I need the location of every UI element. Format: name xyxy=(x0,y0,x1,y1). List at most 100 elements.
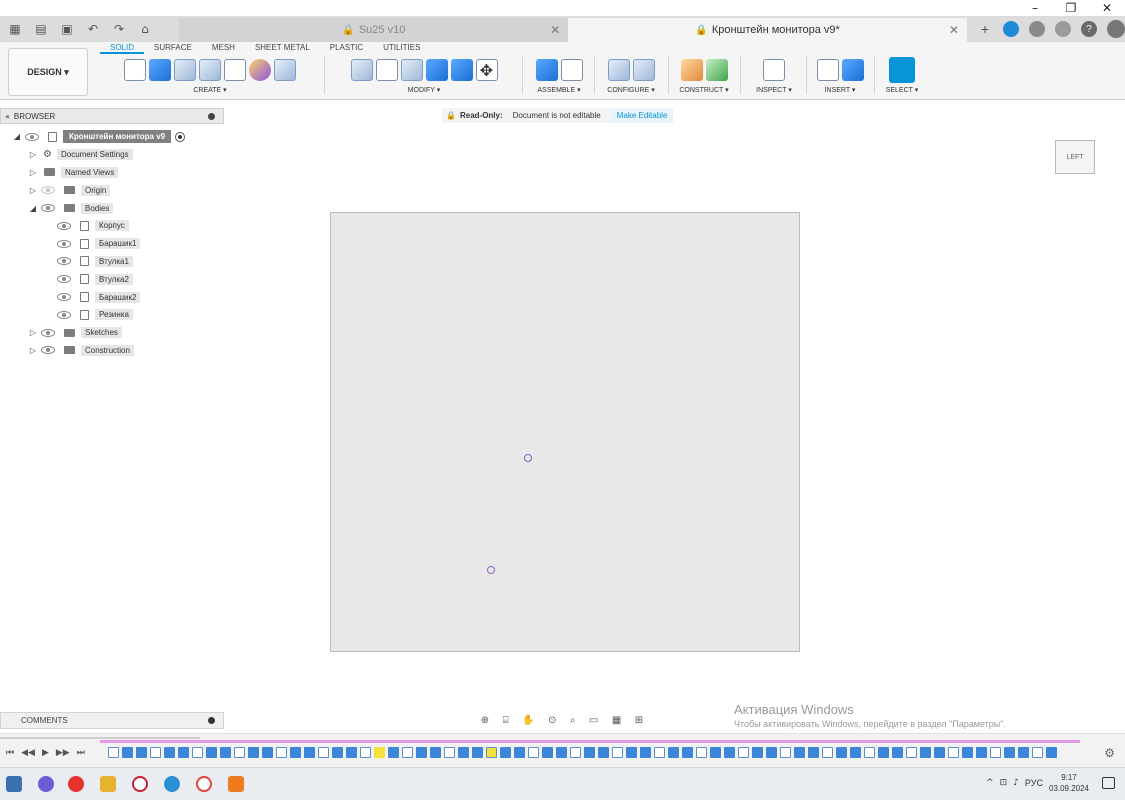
visibility-eye-icon[interactable] xyxy=(41,346,55,355)
timeline-feature[interactable] xyxy=(290,747,301,758)
visibility-eye-icon[interactable] xyxy=(41,204,55,213)
workspace-button[interactable]: DESIGN ▾ xyxy=(8,48,88,96)
tab-plastic[interactable]: PLASTIC xyxy=(320,42,373,54)
model-placeholder[interactable] xyxy=(330,212,800,652)
derive-icon[interactable] xyxy=(274,59,296,81)
user-avatar[interactable] xyxy=(1106,20,1125,38)
assemble-menu[interactable]: ASSEMBLE ▾ xyxy=(537,86,580,94)
pattern-icon[interactable] xyxy=(224,59,246,81)
timeline-feature[interactable] xyxy=(934,747,945,758)
notifications-icon[interactable] xyxy=(1102,777,1115,789)
measure-icon[interactable] xyxy=(763,59,785,81)
timeline-feature[interactable] xyxy=(920,747,931,758)
view-cube[interactable]: LEFT xyxy=(1045,128,1103,178)
timeline-feature[interactable] xyxy=(346,747,357,758)
hole-icon[interactable] xyxy=(199,59,221,81)
language-indicator[interactable]: РУС xyxy=(1025,778,1043,788)
tree-body-rezinka[interactable]: Резинка xyxy=(0,306,230,324)
make-editable-button[interactable]: Make Editable xyxy=(610,109,674,122)
tab-kronshtein[interactable]: 🔒 Кронштейн монитора v9* ✕ xyxy=(568,18,967,42)
tree-item-document-settings[interactable]: ▷ ⚙ Document Settings xyxy=(0,146,230,164)
insert-image-icon[interactable] xyxy=(841,59,864,81)
offset-plane-icon[interactable] xyxy=(680,59,703,81)
job-status-icon[interactable] xyxy=(1028,21,1045,37)
timeline-feature[interactable] xyxy=(136,747,147,758)
timeline-feature[interactable] xyxy=(780,747,791,758)
tree-item-bodies[interactable]: ◢ Bodies xyxy=(0,199,230,217)
visibility-eye-icon[interactable] xyxy=(57,293,71,302)
timeline-feature[interactable] xyxy=(724,747,735,758)
inspect-menu[interactable]: INSPECT ▾ xyxy=(756,86,792,94)
hidden-eye-icon[interactable] xyxy=(41,186,55,195)
display-settings-icon[interactable]: ▭ xyxy=(589,715,598,726)
timeline-feature[interactable] xyxy=(668,747,679,758)
tab-mesh[interactable]: MESH xyxy=(202,42,245,54)
timeline-feature[interactable] xyxy=(318,747,329,758)
timeline-feature[interactable] xyxy=(472,747,483,758)
timeline-feature[interactable] xyxy=(864,747,875,758)
tree-body-vtulka2[interactable]: Втулка2 xyxy=(0,270,230,288)
timeline-feature[interactable] xyxy=(514,747,525,758)
timeline-feature[interactable] xyxy=(556,747,567,758)
fusion-taskbar-icon[interactable] xyxy=(228,776,244,792)
collapsed-triangle-icon[interactable]: ▷ xyxy=(28,150,38,159)
timeline-feature[interactable] xyxy=(948,747,959,758)
visibility-eye-icon[interactable] xyxy=(25,132,39,141)
tree-body-barashik2[interactable]: Барашик2 xyxy=(0,288,230,306)
timeline-feature[interactable] xyxy=(598,747,609,758)
tree-root[interactable]: ◢ Кронштейн монитора v9 xyxy=(0,128,230,146)
select-menu[interactable]: SELECT ▾ xyxy=(886,86,919,94)
tree-body-barashik1[interactable]: Барашик1 xyxy=(0,235,230,253)
restore-button[interactable]: ❐ xyxy=(1053,0,1089,16)
help-icon[interactable]: ? xyxy=(1080,21,1097,37)
file-menu-icon[interactable]: ▤ xyxy=(30,22,52,36)
timeline-feature[interactable] xyxy=(1004,747,1015,758)
timeline-feature[interactable] xyxy=(822,747,833,758)
new-tab-button[interactable]: + xyxy=(977,21,993,37)
timeline-feature[interactable] xyxy=(122,747,133,758)
notifications-icon[interactable] xyxy=(1054,21,1071,37)
move-icon[interactable]: ✥ xyxy=(475,59,498,81)
step-forward-icon[interactable]: ▶▶ xyxy=(56,748,70,758)
timeline-feature[interactable] xyxy=(150,747,161,758)
timeline-feature[interactable] xyxy=(374,747,385,758)
pin-icon[interactable] xyxy=(208,112,215,120)
timeline-feature[interactable] xyxy=(164,747,175,758)
combine-icon[interactable] xyxy=(450,59,473,81)
tab-close-icon[interactable]: ✕ xyxy=(550,23,560,37)
timeline-feature[interactable] xyxy=(360,747,371,758)
timeline-feature[interactable] xyxy=(850,747,861,758)
pan-icon[interactable]: ✋ xyxy=(522,715,534,726)
timeline-feature[interactable] xyxy=(878,747,889,758)
timeline-feature[interactable] xyxy=(304,747,315,758)
visibility-eye-icon[interactable] xyxy=(57,310,71,319)
configure-menu[interactable]: CONFIGURE ▾ xyxy=(607,86,654,94)
grid-settings-icon[interactable]: ▦ xyxy=(612,715,621,726)
timeline-feature[interactable] xyxy=(220,747,231,758)
visibility-eye-icon[interactable] xyxy=(57,239,71,248)
redo-icon[interactable]: ↷ xyxy=(108,22,130,36)
tab-surface[interactable]: SURFACE xyxy=(144,42,202,54)
timeline-feature[interactable] xyxy=(584,747,595,758)
go-to-start-icon[interactable]: ⏮ xyxy=(6,748,14,758)
viewports-icon[interactable]: ⊞ xyxy=(635,715,643,726)
extrude-icon[interactable] xyxy=(149,59,171,81)
collapsed-triangle-icon[interactable]: ▷ xyxy=(28,168,38,177)
new-component-icon[interactable] xyxy=(535,59,558,81)
close-window-button[interactable]: ✕ xyxy=(1089,0,1125,16)
configure-rule-icon[interactable] xyxy=(632,59,655,81)
timeline-feature[interactable] xyxy=(626,747,637,758)
form-icon[interactable] xyxy=(249,59,271,81)
tab-su25[interactable]: 🔒 Su25 v10 ✕ xyxy=(179,18,569,42)
revolve-icon[interactable] xyxy=(174,59,196,81)
yandex-browser-icon[interactable] xyxy=(68,776,84,792)
timeline-feature[interactable] xyxy=(1032,747,1043,758)
timeline-feature[interactable] xyxy=(402,747,413,758)
fillet-icon[interactable] xyxy=(375,59,398,81)
joint-icon[interactable] xyxy=(560,59,583,81)
collapsed-triangle-icon[interactable]: ▷ xyxy=(28,346,38,355)
modify-menu[interactable]: MODIFY ▾ xyxy=(408,86,441,94)
timeline-feature[interactable] xyxy=(528,747,539,758)
timeline-feature[interactable] xyxy=(234,747,245,758)
timeline-feature[interactable] xyxy=(612,747,623,758)
